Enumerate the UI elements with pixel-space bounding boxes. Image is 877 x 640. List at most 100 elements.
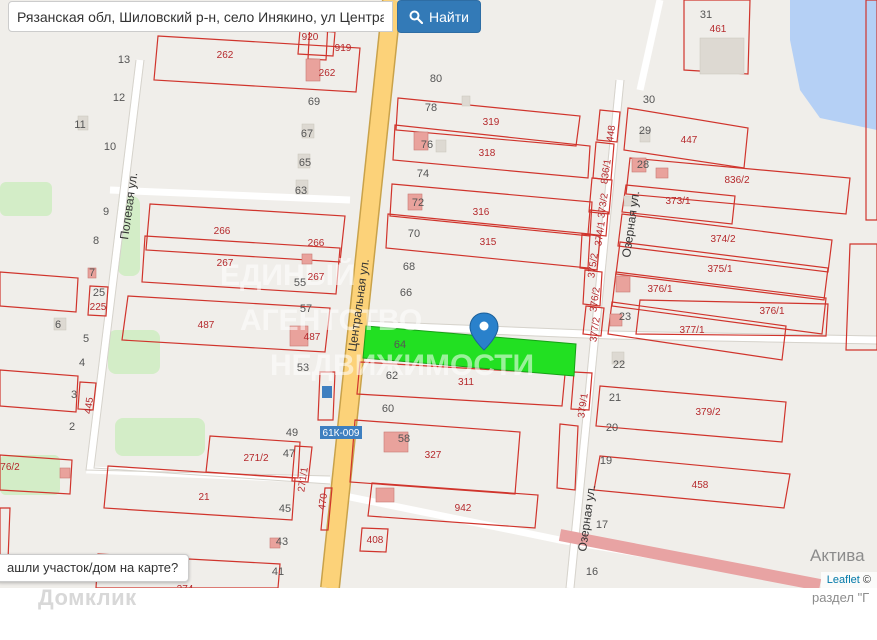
parcel-label: 318 (479, 148, 496, 159)
park-area (0, 455, 60, 495)
house-number: 4 (79, 357, 85, 369)
house-number: 31 (700, 9, 712, 21)
parcel-label: 225 (90, 302, 107, 313)
house-number: 63 (295, 185, 307, 197)
house-number: 72 (412, 197, 424, 209)
svg-text:ЕДИНЫЙ: ЕДИНЫЙ (220, 258, 356, 292)
parcel-label: 487 (304, 332, 321, 343)
house-number: 25 (93, 287, 105, 299)
house-number: 6 (55, 319, 61, 331)
parcel-label: 919 (335, 43, 352, 54)
activate-title: Актива (810, 546, 865, 565)
search-button-label: Найти (429, 8, 469, 25)
parcel-label: 21 (198, 492, 210, 503)
house-number: 65 (299, 157, 311, 169)
house-number: 70 (408, 228, 420, 240)
search-button[interactable]: Найти (397, 0, 481, 33)
park-area (108, 330, 160, 374)
road-badge-label: 61К-009 (323, 428, 360, 439)
house-number: 5 (83, 333, 89, 345)
parcel-label: 271/1 (296, 466, 310, 493)
parcel-outlines (0, 3, 361, 588)
house-number: 13 (118, 54, 130, 66)
house-number: 43 (276, 536, 288, 548)
house-number: 20 (606, 422, 618, 434)
leaflet-link[interactable]: Leaflet (827, 574, 860, 586)
search-input[interactable] (8, 1, 393, 32)
house-number: 45 (279, 503, 291, 515)
parcel-label: 267 (217, 258, 234, 269)
house-number: 11 (74, 119, 85, 131)
parcel-label: 311 (458, 377, 474, 388)
parcel-label: 266 (214, 226, 231, 237)
house-number: 12 (113, 92, 125, 104)
park-area (0, 182, 52, 216)
parcel-label: 942 (455, 503, 472, 514)
house-number: 76 (421, 139, 433, 151)
house-number: 7 (89, 267, 95, 279)
house-number: 64 (394, 339, 406, 351)
search-bar: Найти (8, 0, 481, 34)
parcel-label: 836/2 (724, 175, 749, 186)
house-number: 19 (600, 455, 612, 467)
parcel-label: 376/1 (759, 306, 784, 317)
house-number: 58 (398, 433, 410, 445)
parcel-label: 375/1 (707, 264, 732, 275)
house-number: 3 (71, 389, 77, 401)
house-number: 9 (103, 206, 109, 218)
house-number: 49 (286, 427, 298, 439)
house-number: 17 (596, 519, 608, 531)
house-number: 22 (613, 359, 625, 371)
parcel-label: 262 (319, 68, 336, 79)
house-number: 8 (93, 235, 99, 247)
house-number: 47 (283, 448, 295, 460)
house-number: 74 (417, 168, 429, 180)
house-number: 66 (400, 287, 412, 299)
map-view[interactable]: ЕДИНЫЙ АГЕНТСТВО НЕДВИЖИМОСТИ 61К-009 Це… (0, 0, 877, 588)
parcel-label: 408 (367, 535, 384, 546)
attribution-copyright: © (862, 574, 871, 586)
parcel-label: 262 (217, 50, 234, 61)
parcel-label: 377/1 (679, 325, 704, 336)
water-body (790, 0, 877, 130)
house-number: 21 (609, 392, 621, 404)
bus-stop-icon (322, 386, 332, 398)
house-number: 62 (386, 370, 398, 382)
house-number: 78 (425, 102, 437, 114)
house-number: 16 (586, 566, 598, 578)
park-area (115, 418, 205, 456)
parcel-label: 76/2 (0, 462, 20, 473)
parcel-label: 373/1 (665, 196, 690, 207)
parcel-label: 315 (480, 237, 497, 248)
house-number: 29 (639, 125, 651, 137)
parcel-label: 487 (198, 320, 215, 331)
parcel-label: 319 (483, 117, 500, 128)
parcel-label: 447 (681, 135, 698, 146)
parcel-label: 470 (317, 492, 330, 510)
parcel-label: 461 (710, 24, 727, 35)
house-number: 69 (308, 96, 320, 108)
house-number: 53 (297, 362, 309, 374)
house-number: 41 (272, 566, 284, 578)
road-badge: 61К-009 (320, 426, 362, 439)
parcel-label: 316 (473, 207, 490, 218)
activate-subtitle: раздел "Г (812, 590, 870, 605)
house-number: 57 (300, 303, 312, 315)
house-number: 55 (294, 277, 306, 289)
parcel-label: 266 (308, 238, 325, 249)
parcel-label: 376/1 (647, 284, 672, 295)
map-attribution: Leaflet © (820, 572, 877, 588)
house-number: 60 (382, 403, 394, 415)
search-icon (409, 10, 424, 24)
regional-road (558, 529, 822, 588)
found-plot-tooltip[interactable]: ашли участок/дом на карте? (0, 554, 190, 582)
map-canvas: ЕДИНЫЙ АГЕНТСТВО НЕДВИЖИМОСТИ 61К-009 Це… (0, 0, 877, 588)
domclick-logo: Домклик (38, 585, 137, 610)
house-number: 30 (643, 94, 655, 106)
svg-text:АГЕНТСТВО: АГЕНТСТВО (240, 304, 422, 337)
house-number: 28 (637, 159, 649, 171)
parcel-label: 271/2 (243, 453, 268, 464)
parcel-label: 327 (425, 450, 442, 461)
house-number: 67 (301, 128, 313, 140)
parcel-label: 267 (308, 272, 325, 283)
